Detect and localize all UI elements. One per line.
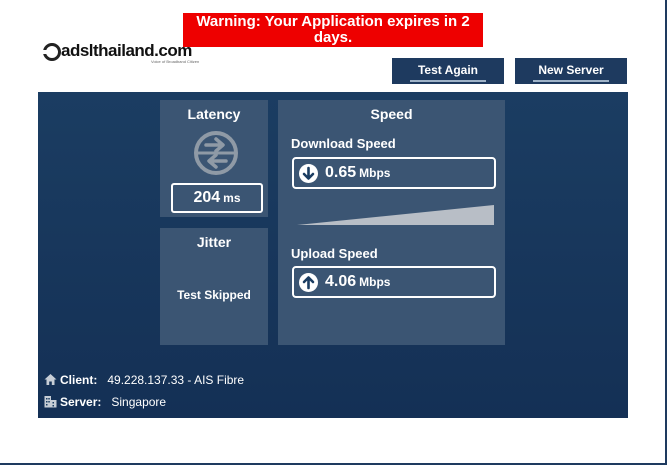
logo-text: adslthailand.com	[61, 41, 192, 60]
upload-speed-readout: 4.06 Mbps	[292, 266, 496, 298]
download-speed-label: Download Speed	[291, 136, 396, 151]
download-arrow-icon	[299, 164, 318, 183]
client-label: Client:	[60, 373, 98, 387]
logo-mark-icon	[41, 43, 61, 61]
speed-title: Speed	[370, 106, 413, 122]
client-info: Client: 49.228.137.33 - AIS Fibre	[44, 373, 244, 387]
server-value: Singapore	[111, 395, 167, 409]
site-logo: adslthailand.com Voice of Broadband Citi…	[41, 41, 200, 66]
home-icon	[44, 374, 57, 385]
jitter-status: Test Skipped	[177, 288, 251, 302]
expiry-warning-banner: Warning: Your Application expires in 2 d…	[183, 13, 483, 47]
upload-value: 4.06	[325, 273, 357, 290]
latency-title: Latency	[187, 106, 241, 122]
latency-arrows-icon	[194, 131, 238, 175]
latency-card: Latency 204 ms	[160, 100, 268, 217]
upload-speed-label: Upload Speed	[291, 246, 378, 261]
speed-ramp-graphic	[297, 205, 494, 225]
client-value: 49.228.137.33 - AIS Fibre	[107, 373, 245, 387]
download-value: 0.65	[325, 164, 357, 181]
download-unit: Mbps	[359, 166, 391, 180]
logo-tagline: Voice of Broadband Citizen	[151, 59, 200, 64]
jitter-title: Jitter	[196, 234, 232, 250]
new-server-button[interactable]: New Server	[515, 58, 627, 84]
upload-arrow-icon	[299, 273, 318, 292]
upload-unit: Mbps	[359, 275, 391, 289]
server-label: Server:	[60, 395, 102, 409]
jitter-card: Jitter Test Skipped	[160, 228, 268, 345]
download-speed-readout: 0.65 Mbps	[292, 157, 496, 189]
latency-readout: 204 ms	[171, 183, 263, 213]
latency-unit: ms	[223, 191, 241, 205]
speedtest-panel: Latency 204 ms Jitter Test Skipped Speed …	[38, 92, 628, 418]
building-icon	[44, 396, 57, 408]
server-info: Server: Singapore	[44, 395, 166, 409]
test-again-button[interactable]: Test Again	[392, 58, 504, 84]
upload-speed-value: 4.06 Mbps	[325, 273, 390, 291]
latency-value: 204	[193, 189, 221, 206]
speed-card: Speed Download Speed 0.65 Mbps Upload Spe…	[278, 100, 505, 345]
download-speed-value: 0.65 Mbps	[325, 164, 390, 182]
